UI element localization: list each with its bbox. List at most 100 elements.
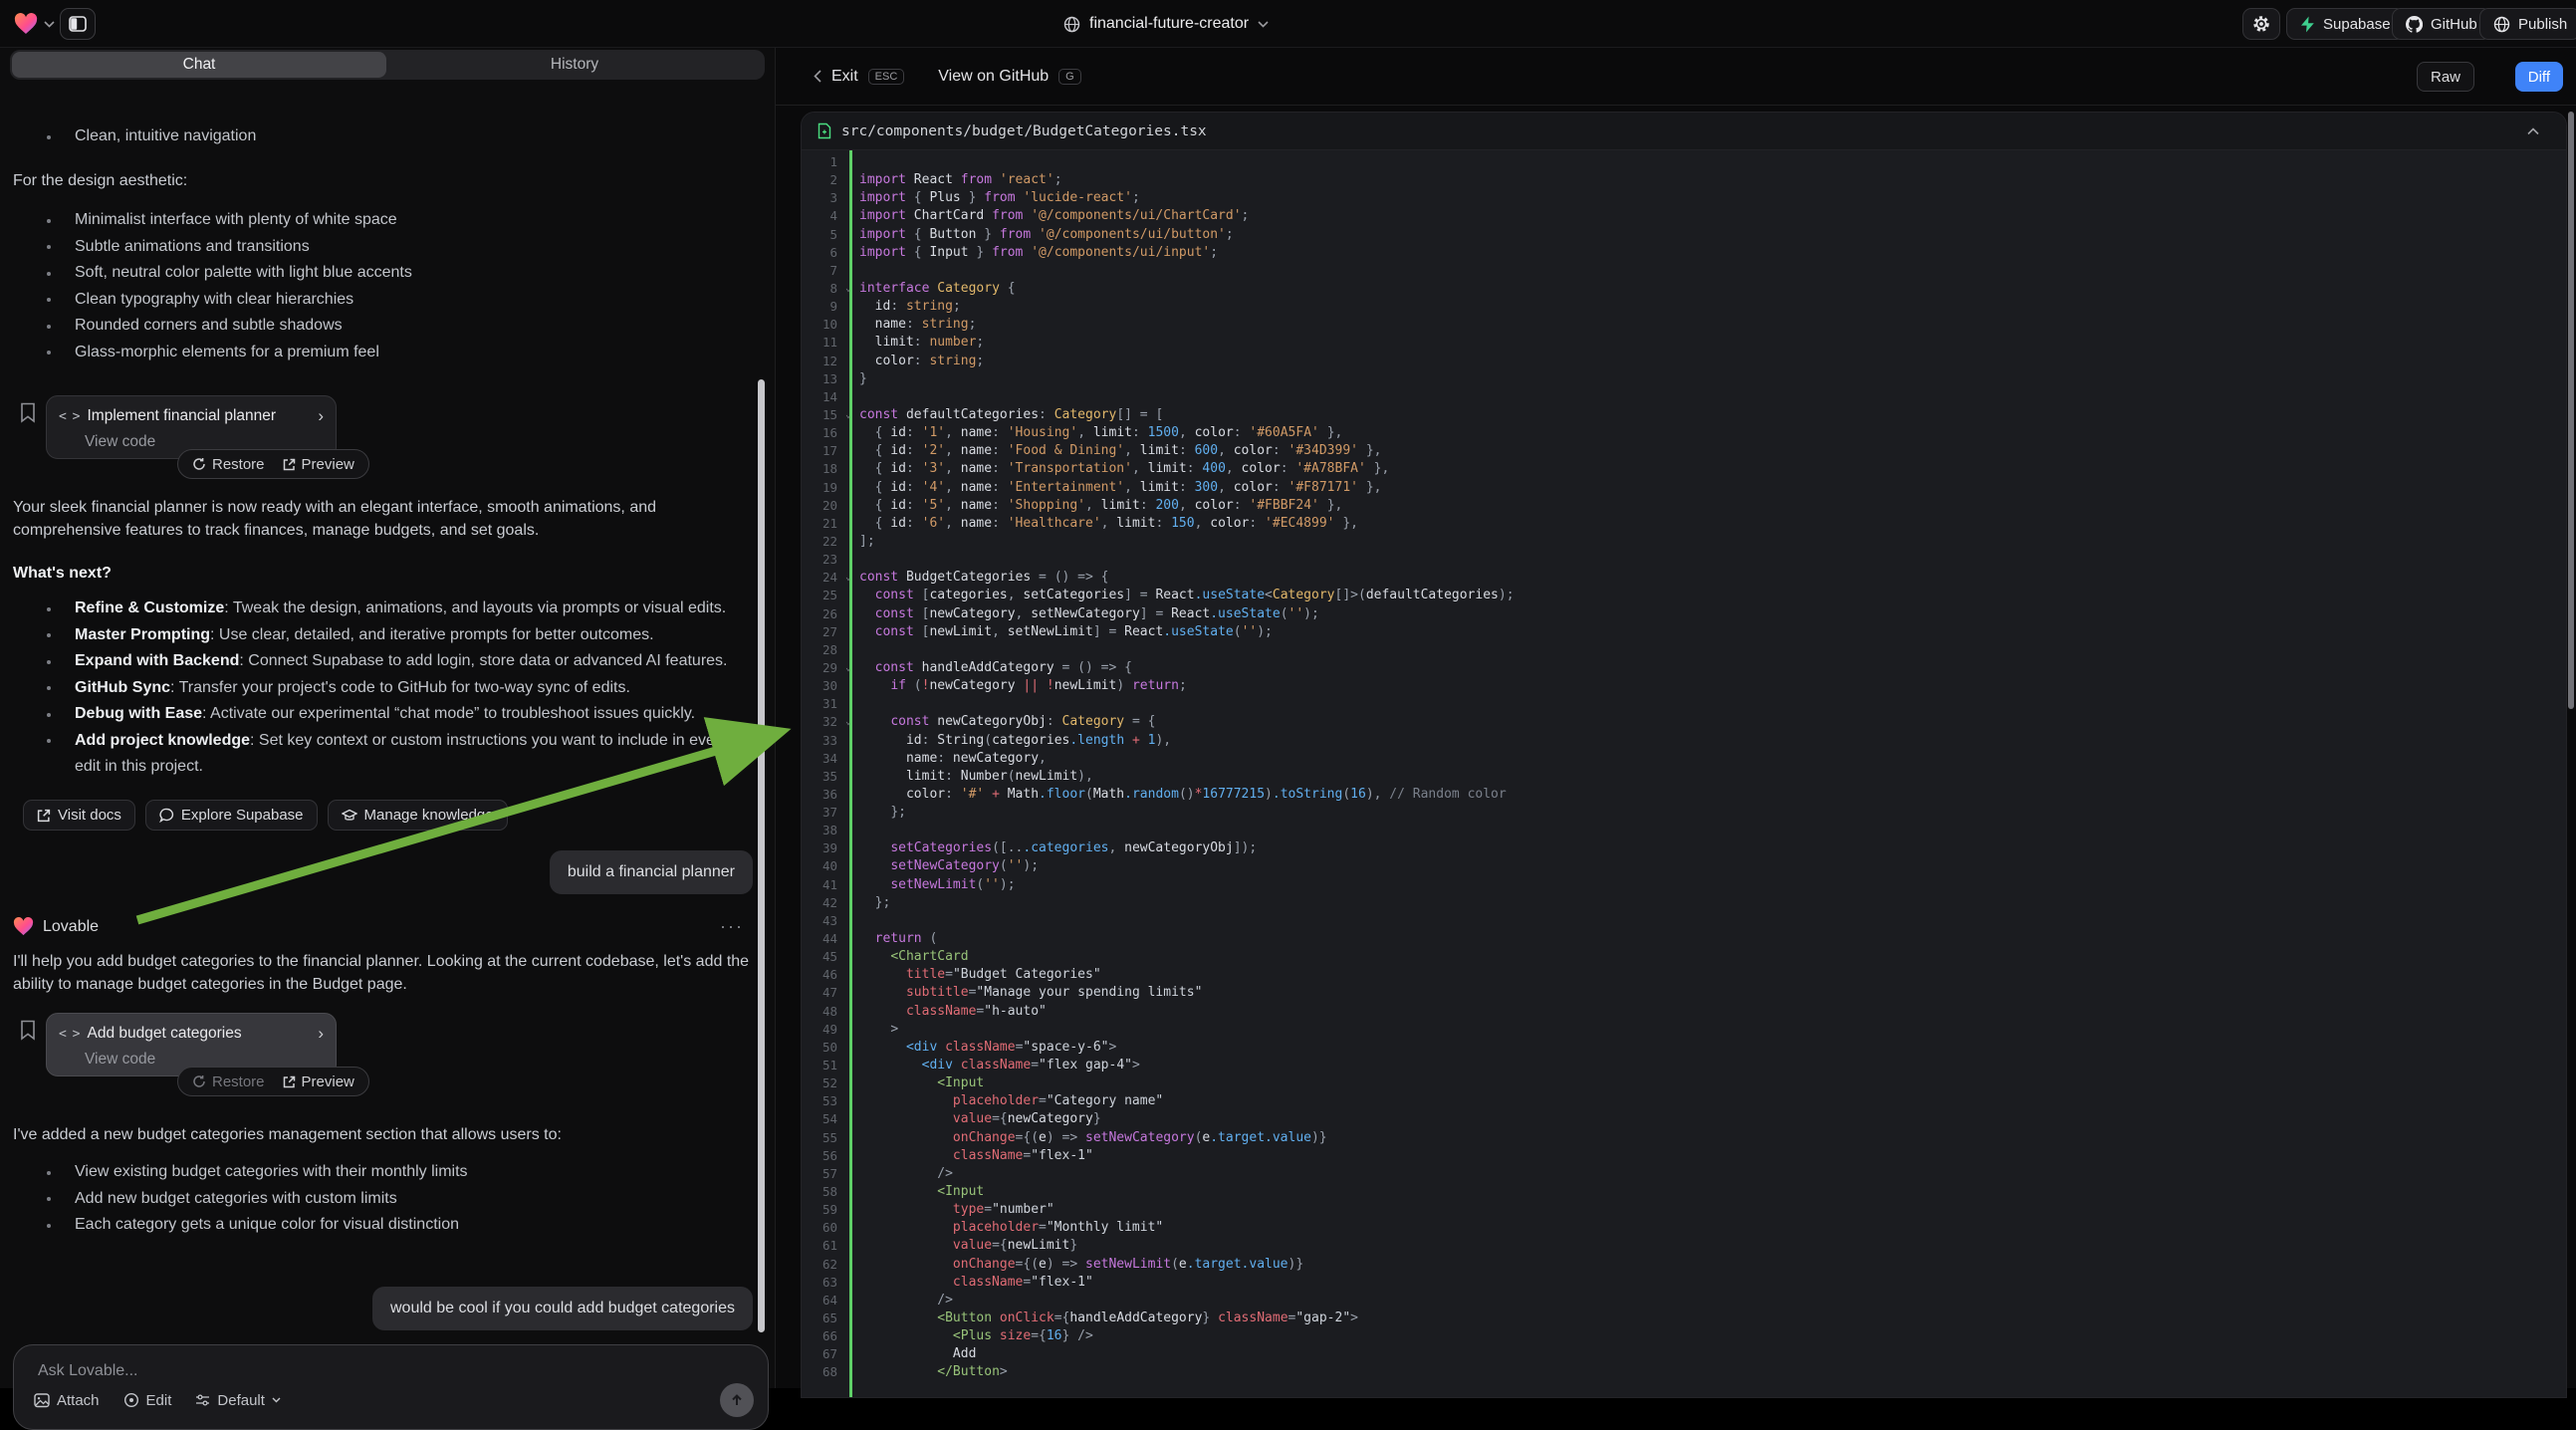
code-line: 40 setNewCategory(''); [802, 857, 2566, 875]
quick-actions: Visit docs Explore Supabase Manage knowl… [23, 800, 508, 831]
github-icon [2406, 16, 2423, 33]
chat-panel: Chat History Clean, intuitive navigation… [0, 48, 775, 1388]
code-line: 38 [802, 822, 2566, 839]
code-line: 15⌄const defaultCategories: Category[] =… [802, 406, 2566, 424]
bookmark-icon[interactable] [20, 1020, 36, 1041]
code-line: 14 [802, 388, 2566, 406]
raw-button[interactable]: Raw [2417, 62, 2474, 92]
version-actions-pill: Restore Preview [177, 449, 369, 479]
preview-button[interactable]: Preview [283, 1073, 354, 1090]
list-item: Add new budget categories with custom li… [13, 1186, 758, 1213]
list-item: GitHub Sync: Transfer your project's cod… [13, 675, 758, 702]
composer-input[interactable]: Ask Lovable... [38, 1362, 138, 1380]
preview-button[interactable]: Preview [283, 456, 354, 473]
message-menu-button[interactable]: ··· [720, 916, 744, 937]
code-file-card: src/components/budget/BudgetCategories.t… [801, 112, 2567, 1398]
exit-button[interactable]: Exit [831, 68, 858, 86]
list-item: Clean, intuitive navigation [13, 123, 758, 150]
whats-next-heading: What's next? [13, 565, 112, 583]
collapse-file-button[interactable] [2516, 119, 2550, 144]
target-icon [123, 1392, 139, 1408]
added-bullets: View existing budget categories with the… [13, 1159, 758, 1239]
diff-added-gutter-bar [849, 150, 852, 1398]
code-line: 21 { id: '6', name: 'Healthcare', limit:… [802, 515, 2566, 533]
code-line: 13} [802, 370, 2566, 388]
code-lines: 12import React from 'react';3import { Pl… [802, 153, 2566, 1382]
logo-chevron-down-icon[interactable] [44, 21, 55, 28]
github-button[interactable]: GitHub [2392, 8, 2491, 40]
sidebar-toggle-button[interactable] [60, 8, 96, 40]
visit-docs-button[interactable]: Visit docs [23, 800, 135, 831]
code-line: 33 id: String(categories.length + 1), [802, 732, 2566, 750]
chevron-right-icon: › [318, 1024, 324, 1044]
code-line: 54 value={newCategory} [802, 1110, 2566, 1128]
lovable-logo-heart-icon[interactable] [14, 13, 38, 35]
assistant-message: I'll help you add budget categories to t… [13, 950, 758, 996]
code-header: Exit ESC View on GitHub G Raw Diff [776, 48, 2576, 106]
attach-button[interactable]: Attach [34, 1392, 100, 1409]
code-line: 45 <ChartCard [802, 948, 2566, 966]
model-select[interactable]: Default [195, 1392, 281, 1409]
list-item: Rounded corners and subtle shadows [13, 313, 758, 340]
list-item: Glass-morphic elements for a premium fee… [13, 340, 758, 366]
supabase-button[interactable]: Supabase [2286, 8, 2405, 40]
composer[interactable]: Ask Lovable... Attach Edit Default [13, 1344, 769, 1430]
code-line: 46 title="Budget Categories" [802, 966, 2566, 984]
design-heading: For the design aesthetic: [13, 169, 758, 192]
chat-bubble-icon [159, 808, 174, 823]
code-line: 22]; [802, 533, 2566, 551]
restore-button[interactable]: Restore [192, 456, 265, 473]
diff-button[interactable]: Diff [2515, 62, 2563, 92]
code-line: 16 { id: '1', name: 'Housing', limit: 15… [802, 424, 2566, 442]
code-line: 9 id: string; [802, 298, 2566, 316]
code-line: 17 { id: '2', name: 'Food & Dining', lim… [802, 442, 2566, 460]
bookmark-icon[interactable] [20, 402, 36, 423]
tab-chat[interactable]: Chat [12, 52, 386, 78]
restore-button[interactable]: Restore [192, 1073, 265, 1090]
code-line: 28 [802, 641, 2566, 659]
project-name: financial-future-creator [1089, 15, 1249, 33]
top-bar: financial-future-creator Supabase GitHub… [0, 0, 2576, 48]
code-line: 8⌄interface Category { [802, 280, 2566, 298]
code-line: 50 <div className="space-y-6"> [802, 1039, 2566, 1057]
sliders-icon [195, 1393, 210, 1407]
code-line: 5import { Button } from '@/components/ui… [802, 226, 2566, 244]
restore-icon [192, 1074, 206, 1088]
code-line: 55 onChange={(e) => setNewCategory(e.tar… [802, 1129, 2566, 1147]
chevron-right-icon: › [318, 406, 324, 426]
tab-history[interactable]: History [386, 56, 763, 74]
code-line: 23 [802, 551, 2566, 569]
image-icon [34, 1393, 50, 1408]
code-scrollbar[interactable] [2568, 112, 2574, 709]
chat-scrollbar[interactable] [758, 379, 765, 1332]
code-line: 58 <Input [802, 1183, 2566, 1201]
code-panel: Exit ESC View on GitHub G Raw Diff src/c… [775, 48, 2576, 1388]
explore-supabase-button[interactable]: Explore Supabase [145, 800, 318, 831]
graduation-cap-icon [342, 809, 357, 823]
publish-button[interactable]: Publish [2479, 8, 2576, 40]
code-line: 68 </Button> [802, 1363, 2566, 1381]
project-switcher[interactable]: financial-future-creator [1063, 10, 1269, 38]
list-item: Add project knowledge: Set key context o… [13, 728, 758, 781]
view-on-github-button[interactable]: View on GitHub [938, 68, 1049, 86]
code-editor[interactable]: 12import React from 'react';3import { Pl… [802, 150, 2566, 1398]
settings-button[interactable] [2242, 8, 2280, 40]
assistant-message: I've added a new budget categories manag… [13, 1123, 758, 1146]
project-chevron-down-icon [1258, 21, 1269, 28]
code-line: 32⌄ const newCategoryObj: Category = { [802, 713, 2566, 731]
code-line: 19 { id: '4', name: 'Entertainment', lim… [802, 479, 2566, 497]
manage-knowledge-button[interactable]: Manage knowledge [328, 800, 508, 831]
edit-button[interactable]: Edit [123, 1392, 172, 1409]
design-bullets: Minimalist interface with plenty of whit… [13, 207, 758, 365]
code-line: 65 <Button onClick={handleAddCategory} c… [802, 1310, 2566, 1327]
version-card-title: Implement financial planner [87, 407, 276, 425]
chevron-left-icon [814, 70, 821, 83]
file-bar[interactable]: src/components/budget/BudgetCategories.t… [802, 113, 2566, 150]
send-button[interactable] [720, 1383, 754, 1417]
panel-layout-icon [69, 16, 87, 32]
code-line: 61 value={newLimit} [802, 1237, 2566, 1255]
publish-globe-icon [2493, 16, 2510, 33]
code-line: 60 placeholder="Monthly limit" [802, 1219, 2566, 1237]
code-line: 26 const [newCategory, setNewCategory] =… [802, 605, 2566, 623]
user-message-bubble: would be cool if you could add budget ca… [372, 1287, 753, 1330]
